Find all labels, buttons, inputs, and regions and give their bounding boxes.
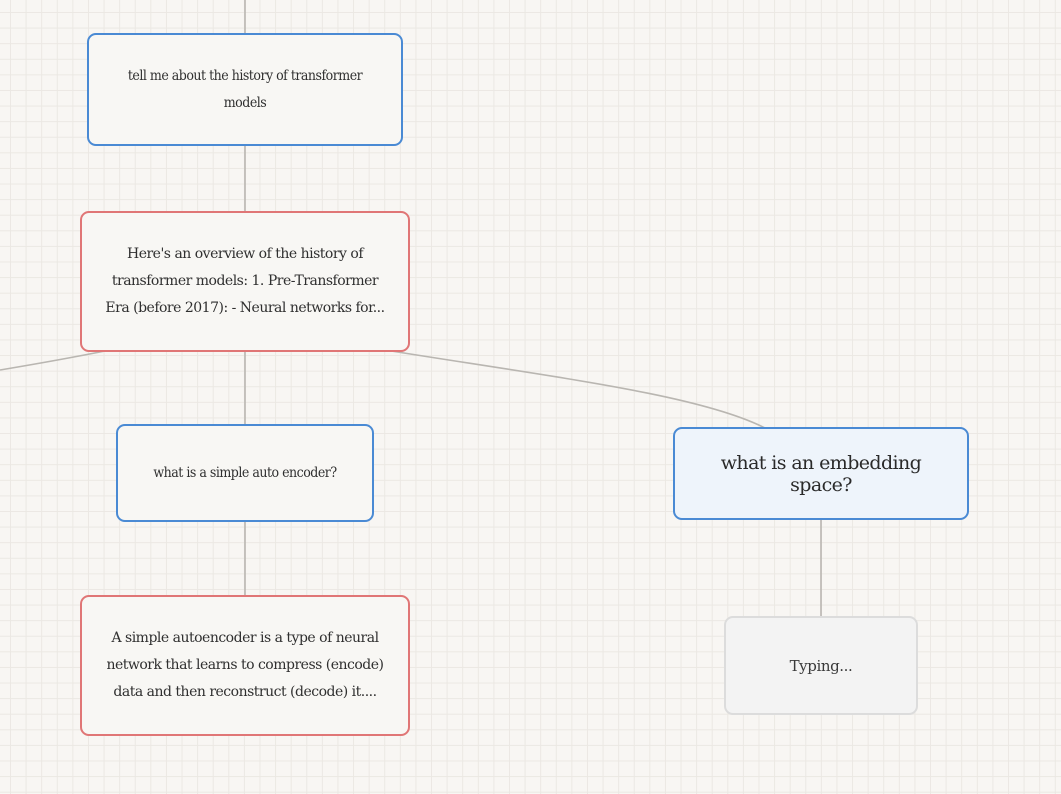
user-message-text: what is an embedding space? xyxy=(720,451,922,496)
assistant-response-text: Here's an overview of the history of tra… xyxy=(105,246,385,316)
edge-a1-q3 xyxy=(384,349,766,429)
user-message-node[interactable]: tell me about the history of transformer… xyxy=(87,33,403,146)
assistant-response-text: A simple autoencoder is a type of neural… xyxy=(106,630,384,700)
edge-a1-offscreen-branch xyxy=(0,349,111,371)
selected-user-message-node[interactable]: what is an embedding space? xyxy=(673,427,969,520)
typing-indicator-text: Typing... xyxy=(789,656,853,675)
typing-indicator-node: Typing... xyxy=(724,616,918,715)
user-message-node[interactable]: what is a simple auto encoder? xyxy=(116,424,374,522)
user-message-text: tell me about the history of transformer… xyxy=(127,67,363,111)
assistant-response-node[interactable]: Here's an overview of the history of tra… xyxy=(80,211,410,352)
conversation-tree-canvas[interactable]: tell me about the history of transformer… xyxy=(0,0,1061,794)
user-message-text: what is a simple auto encoder? xyxy=(153,464,337,481)
assistant-response-node[interactable]: A simple autoencoder is a type of neural… xyxy=(80,595,410,736)
